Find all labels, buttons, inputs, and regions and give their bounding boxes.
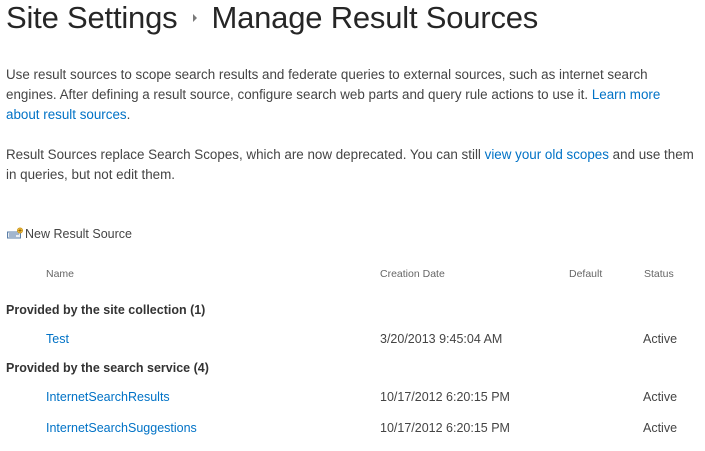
status-cell: Active xyxy=(643,332,678,346)
column-header-name[interactable]: Name xyxy=(46,268,74,280)
column-header-status[interactable]: Status xyxy=(644,268,674,280)
status-cell: Active xyxy=(643,421,678,435)
group-header-site-collection[interactable]: Provided by the site collection (1) xyxy=(6,303,205,317)
deprecation-text-before: Result Sources replace Search Scopes, wh… xyxy=(6,147,481,162)
creation-date-cell: 3/20/2013 9:45:04 AM xyxy=(380,332,503,346)
page-title: Site Settings Manage Result Sources xyxy=(6,0,538,42)
column-header-creation-date[interactable]: Creation Date xyxy=(380,268,445,280)
intro-period: . xyxy=(126,107,131,122)
view-old-scopes-link[interactable]: view your old scopes xyxy=(485,147,609,162)
new-result-source-button[interactable]: New Result Source xyxy=(7,227,132,241)
creation-date-cell: 10/17/2012 6:20:15 PM xyxy=(380,421,510,435)
new-result-source-label: New Result Source xyxy=(25,227,132,241)
new-result-source-icon xyxy=(7,227,23,241)
group-header-search-service[interactable]: Provided by the search service (4) xyxy=(6,361,209,375)
deprecation-paragraph: Result Sources replace Search Scopes, wh… xyxy=(6,145,696,185)
intro-text: Use result sources to scope search resul… xyxy=(6,67,648,102)
breadcrumb-separator-icon xyxy=(193,13,198,22)
creation-date-cell: 10/17/2012 6:20:15 PM xyxy=(380,390,510,404)
breadcrumb-site-settings[interactable]: Site Settings xyxy=(6,0,178,35)
intro-paragraph: Use result sources to scope search resul… xyxy=(6,65,696,125)
breadcrumb-current-page: Manage Result Sources xyxy=(211,0,539,35)
result-source-name-link[interactable]: InternetSearchSuggestions xyxy=(46,421,197,435)
result-source-name-link[interactable]: InternetSearchResults xyxy=(46,390,170,404)
result-source-name-link[interactable]: Test xyxy=(46,332,69,346)
status-cell: Active xyxy=(643,390,678,404)
column-header-default[interactable]: Default xyxy=(569,268,602,280)
